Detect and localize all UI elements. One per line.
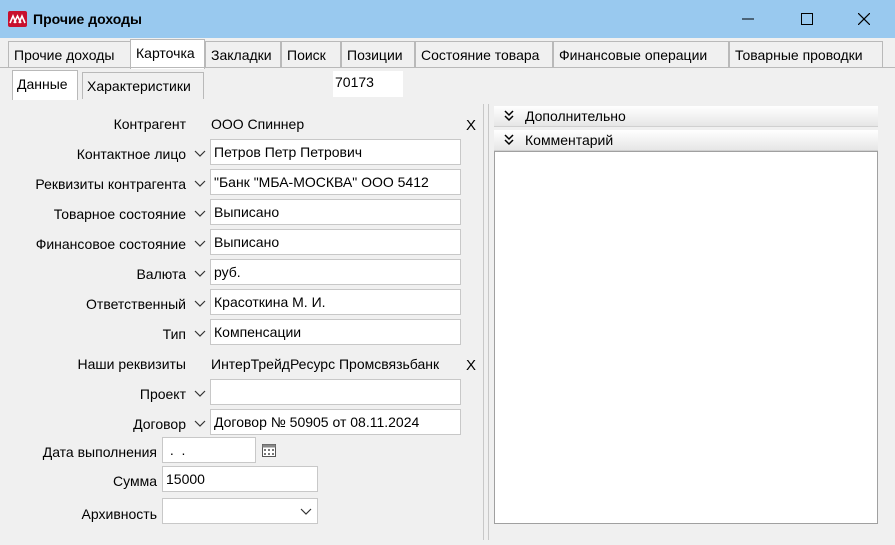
responsible-chevron-down-icon[interactable] [193, 296, 207, 310]
tab-goods-postings[interactable]: Товарные проводки [729, 41, 883, 67]
main-tabs: Прочие доходы Карточка Закладки Поиск По… [0, 39, 895, 69]
project-field[interactable] [210, 379, 461, 405]
type-label: Тип [162, 326, 186, 342]
tab-financial-ops[interactable]: Финансовые операции [553, 41, 729, 67]
currency-field[interactable]: руб. [210, 259, 461, 285]
tab-other-income[interactable]: Прочие доходы [8, 41, 131, 67]
minimize-button[interactable] [725, 0, 771, 38]
type-field[interactable]: Компенсации [210, 319, 461, 345]
contract-field[interactable]: Договор № 50905 от 08.11.2024 [210, 409, 461, 435]
comment-section-header[interactable]: Комментарий [494, 130, 878, 151]
currency-label: Валюта [136, 266, 186, 282]
panel-splitter[interactable] [483, 104, 489, 540]
requisites-chevron-down-icon[interactable] [193, 176, 207, 190]
amount-field[interactable]: 15000 [162, 466, 318, 492]
counterparty-label: Контрагент [113, 116, 186, 132]
tab-goods-state[interactable]: Состояние товара [415, 41, 553, 67]
project-label: Проект [139, 386, 186, 402]
double-chevron-down-icon [504, 134, 514, 146]
additional-section-label: Дополнительно [525, 108, 626, 124]
contact-field[interactable]: Петров Петр Петрович [210, 139, 461, 165]
amount-label: Сумма [113, 473, 157, 489]
subtab-characteristics[interactable]: Характеристики [82, 72, 204, 99]
goods-state-chevron-down-icon[interactable] [193, 206, 207, 220]
contract-chevron-down-icon[interactable] [193, 416, 207, 430]
double-chevron-down-icon [504, 110, 514, 122]
app-logo-icon [8, 11, 27, 27]
contract-label: Договор [133, 416, 186, 432]
type-chevron-down-icon[interactable] [193, 326, 207, 340]
comment-section-label: Комментарий [525, 132, 614, 148]
title-bar: Прочие доходы [0, 0, 895, 38]
window-title: Прочие доходы [33, 11, 142, 27]
tab-divider [0, 67, 895, 68]
completion-date-label: Дата выполнения [42, 444, 157, 460]
our-requisites-label: Наши реквизиты [77, 356, 186, 372]
tab-search[interactable]: Поиск [281, 41, 341, 67]
responsible-label: Ответственный [86, 296, 186, 312]
tab-bookmarks[interactable]: Закладки [205, 41, 281, 67]
close-button[interactable] [841, 0, 887, 38]
finance-state-field[interactable]: Выписано [210, 229, 461, 255]
tab-positions[interactable]: Позиции [341, 41, 415, 67]
counterparty-clear-icon[interactable]: X [466, 117, 476, 134]
responsible-field[interactable]: Красоткина М. И. [210, 289, 461, 315]
currency-chevron-down-icon[interactable] [193, 266, 207, 280]
completion-date-field[interactable]: . . [162, 437, 256, 463]
project-chevron-down-icon[interactable] [193, 386, 207, 400]
maximize-button[interactable] [784, 0, 830, 38]
additional-section-header[interactable]: Дополнительно [494, 106, 878, 127]
our-requisites-clear-icon[interactable]: X [466, 357, 476, 374]
subtab-data[interactable]: Данные [12, 70, 78, 100]
right-panel: Дополнительно Комментарий [494, 106, 878, 526]
document-number: 70173 [333, 71, 403, 97]
counterparty-value[interactable]: ООО Спиннер [211, 116, 304, 132]
finance-state-label: Финансовое состояние [35, 236, 186, 252]
contact-chevron-down-icon[interactable] [193, 146, 207, 160]
calendar-icon[interactable] [262, 443, 276, 457]
archive-chevron-down-icon[interactable] [299, 504, 313, 518]
contact-label: Контактное лицо [76, 146, 186, 162]
archive-label: Архивность [81, 506, 157, 522]
requisites-label: Реквизиты контрагента [35, 176, 186, 192]
tab-card[interactable]: Карточка [130, 39, 205, 69]
comment-textarea[interactable] [494, 151, 878, 524]
goods-state-label: Товарное состояние [53, 206, 186, 222]
our-requisites-value[interactable]: ИнтерТрейдРесурс Промсвязьбанк [211, 356, 439, 372]
goods-state-field[interactable]: Выписано [210, 199, 461, 225]
requisites-field[interactable]: "Банк "МБА-МОСКВА" ООО 5412 [210, 169, 461, 195]
archive-select[interactable] [162, 498, 318, 524]
finance-state-chevron-down-icon[interactable] [193, 236, 207, 250]
